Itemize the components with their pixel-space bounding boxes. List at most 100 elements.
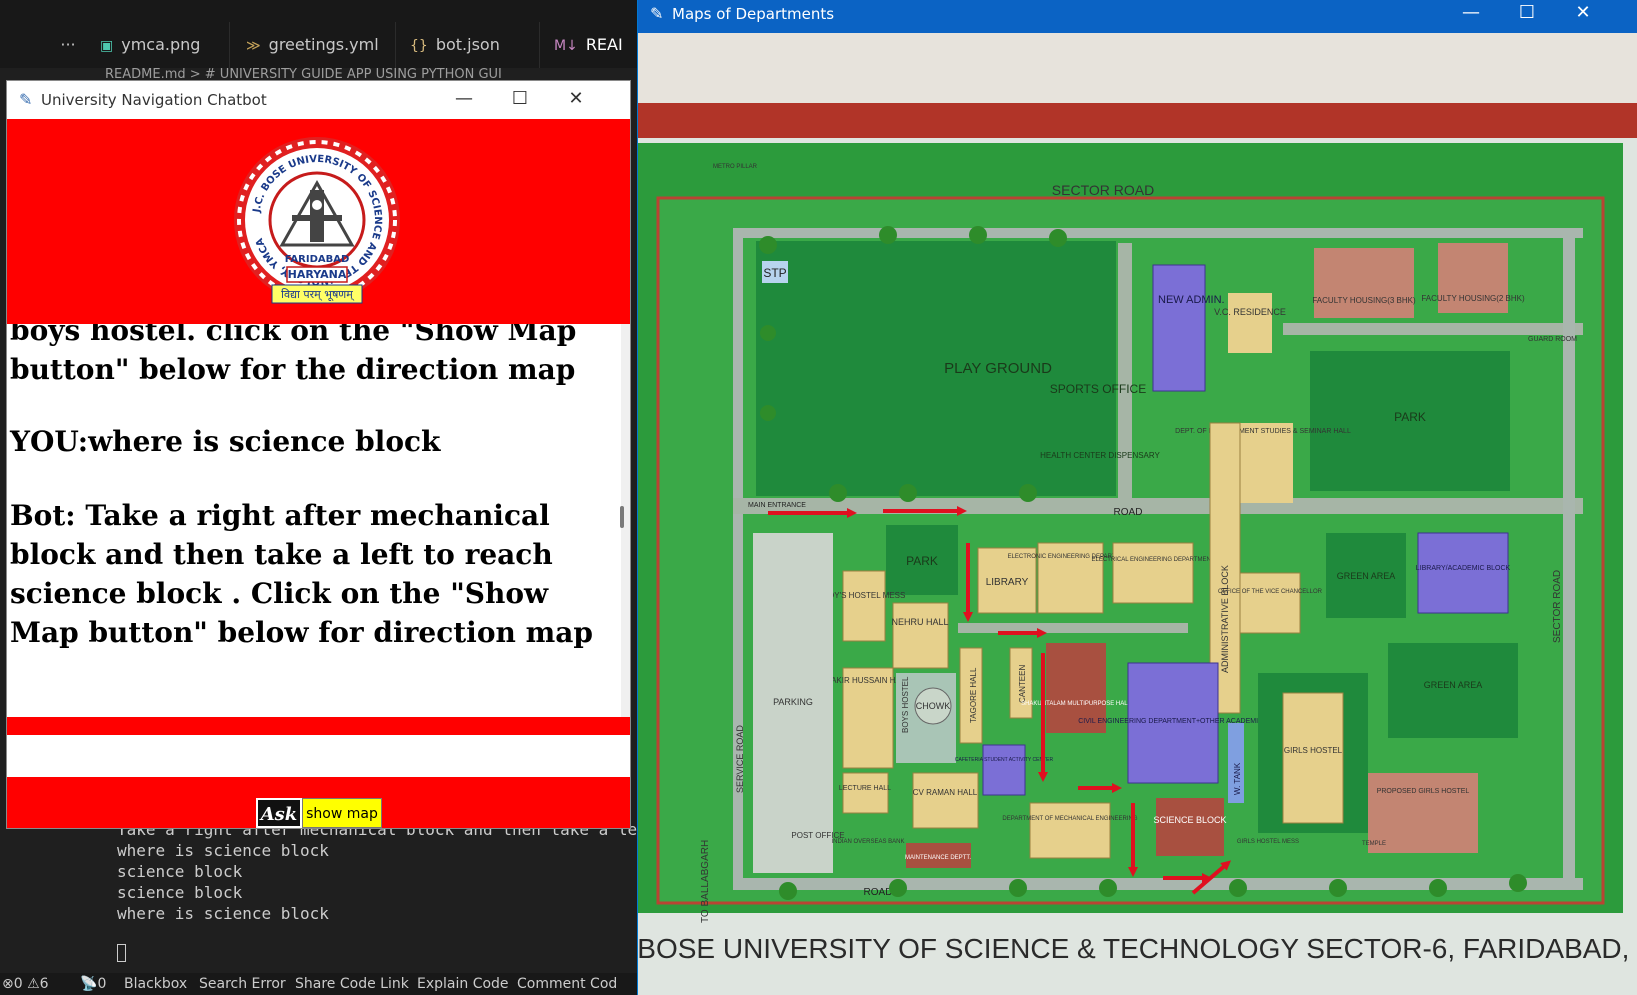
chatbot-window: ✎ University Navigation Chatbot — ☐ ✕ J.… xyxy=(6,80,631,829)
map-titlebar[interactable]: ✎ Maps of Departments — ☐ ✕ xyxy=(638,0,1637,33)
show-map-button[interactable]: show map xyxy=(302,798,382,828)
label-boys-hostel: BOYS HOSTEL xyxy=(901,676,910,733)
message-input[interactable] xyxy=(7,735,630,779)
campus-map-image: PLAY GROUND SPORTS OFFICE HEALTH CENTER … xyxy=(638,33,1637,995)
label-girls-hostel-mess: GIRLS HOSTEL MESS xyxy=(1237,839,1299,845)
label-cv-raman: CV RAMAN HALL xyxy=(913,788,978,797)
label-sector-road: SECTOR ROAD xyxy=(1052,182,1154,198)
label-park-right: PARK xyxy=(1394,410,1426,424)
window-title: Maps of Departments xyxy=(672,5,835,23)
chat-scrollbar[interactable] xyxy=(615,324,630,717)
scrollbar-thumb[interactable] xyxy=(620,506,624,528)
label-stp: STP xyxy=(763,266,786,280)
ceiling xyxy=(638,33,1637,103)
label-science-block: SCIENCE BLOCK xyxy=(1153,815,1226,825)
label-service-road: SERVICE ROAD xyxy=(735,725,745,793)
label-faculty-housing-2: FACULTY HOUSING(2 BHK) xyxy=(1421,294,1525,303)
label-mechanical: DEPARTMENT OF MECHANICAL ENGINEERING xyxy=(1002,816,1137,822)
label-health-center: HEALTH CENTER DISPENSARY xyxy=(1040,451,1160,460)
road-bottom xyxy=(733,878,1583,890)
status-search-error[interactable]: Search Error xyxy=(199,973,286,995)
close-button[interactable]: ✕ xyxy=(553,81,599,119)
more-actions-button[interactable]: ··· xyxy=(50,22,86,68)
library-academic-block xyxy=(1417,532,1509,614)
chat-transcript[interactable]: boys hostel. click on the "Show Map butt… xyxy=(7,324,615,717)
label-canteen: CANTEEN xyxy=(1018,665,1027,703)
green-area-2 xyxy=(1388,643,1518,738)
girls-hostel xyxy=(1282,692,1344,824)
maximize-button[interactable]: ☐ xyxy=(497,81,543,119)
label-library: LIBRARY xyxy=(986,577,1029,588)
label-play-ground: PLAY GROUND xyxy=(944,360,1052,377)
maximize-button[interactable]: ☐ xyxy=(1504,0,1550,28)
road-top xyxy=(733,228,1583,238)
label-sports-office: SPORTS OFFICE xyxy=(1050,382,1146,396)
label-chowk: CHOWK xyxy=(916,701,951,711)
vscode-titlebar xyxy=(0,0,640,22)
label-to-ballabgarh: TO BALLABGARH xyxy=(700,840,711,923)
terminal-panel[interactable]: Take a right after mechanical block and … xyxy=(0,820,676,970)
terminal-line: science block xyxy=(117,883,243,902)
tab-bot-json[interactable]: {} bot.json xyxy=(398,22,540,68)
label-lecture-hall: LECTURE HALL xyxy=(839,785,891,792)
markdown-file-icon: M↓ xyxy=(554,38,578,54)
yaml-file-icon: ≫ xyxy=(246,38,261,54)
nehru-hall xyxy=(892,602,949,669)
road-sector-right xyxy=(1563,228,1575,888)
tab-readme[interactable]: M↓ REAI xyxy=(542,22,640,68)
label-indian-overseas: INDIAN OVERSEAS BANK xyxy=(831,839,904,845)
label-proposed-girls: PROPOSED GIRLS HOSTEL xyxy=(1377,788,1470,795)
label-green-area-2: GREEN AREA xyxy=(1424,680,1483,690)
bot-message: boys hostel. click on the "Show Map butt… xyxy=(10,324,577,386)
tab-label: ymca.png xyxy=(121,35,201,54)
error-icon: ⊗ xyxy=(2,976,14,992)
label-w-tank: W. TANK xyxy=(1233,762,1242,795)
status-explain-code[interactable]: Explain Code xyxy=(417,973,509,995)
status-comment-code[interactable]: Comment Cod xyxy=(517,973,617,995)
chat-header-banner: J.C. BOSE UNIVERSITY OF SCIENCE AND TECH… xyxy=(7,119,630,324)
road-middle xyxy=(958,623,1188,633)
label-tagore-hall: TAGORE HALL xyxy=(969,667,978,723)
electrical-eng-building xyxy=(1112,542,1194,604)
feather-icon: ✎ xyxy=(650,4,664,23)
user-message: YOU:where is science block xyxy=(10,425,441,458)
faculty-housing-3bhk xyxy=(1314,248,1414,318)
label-road-bottom: ROAD xyxy=(864,887,893,898)
label-dept-management: DEPT. OF MANAGEMENT STUDIES & SEMINAR HA… xyxy=(1175,428,1351,435)
new-admin-block xyxy=(1152,264,1206,392)
label-shakuntalam: SHAKUNTALAM MULTIPURPOSE HALL xyxy=(1021,701,1131,707)
logo-state: HARYANA xyxy=(288,268,347,281)
status-blackbox[interactable]: Blackbox xyxy=(124,973,187,995)
label-library-academic: LIBRARY/ACADEMIC BLOCK xyxy=(1416,565,1511,572)
label-girls-hostel: GIRLS HOSTEL xyxy=(1284,746,1343,755)
label-park-left: PARK xyxy=(906,554,938,568)
lecture-hall xyxy=(842,772,889,814)
tab-label: greetings.yml xyxy=(268,35,379,54)
tab-ymca-png[interactable]: ▣ ymca.png xyxy=(88,22,230,68)
feather-icon: ✎ xyxy=(19,90,33,109)
ask-button[interactable]: Ask xyxy=(256,798,302,828)
editor-tab-bar: ··· ▣ ymca.png ≫ greetings.yml {} bot.json … xyxy=(0,22,640,69)
close-button[interactable]: ✕ xyxy=(1560,0,1606,28)
label-sector-road-right: SECTOR ROAD xyxy=(1552,570,1563,643)
label-boys-hostel-mess: BOY'S HOSTEL MESS xyxy=(823,591,906,600)
terminal-cursor xyxy=(117,944,126,962)
tab-label: REAI xyxy=(585,35,623,54)
ports-indicator[interactable]: 📡0 xyxy=(80,973,106,995)
label-vc-residence: V.C. RESIDENCE xyxy=(1214,307,1286,317)
bot-message: Bot: Take a right after mechanical block… xyxy=(10,499,593,649)
status-share-code-link[interactable]: Share Code Link xyxy=(295,973,409,995)
label-cafeteria: CAFETERIA STUDENT ACTIVITY CENTER xyxy=(955,757,1054,763)
status-bar: ⊗0 ⚠6 📡0 Blackbox Search Error Share Cod… xyxy=(0,973,640,995)
chatbot-titlebar[interactable]: ✎ University Navigation Chatbot — ☐ ✕ xyxy=(7,81,630,119)
minimize-button[interactable]: — xyxy=(1448,0,1494,28)
terminal-line: where is science block xyxy=(117,904,329,923)
mechanical-building xyxy=(1029,802,1111,859)
minimize-button[interactable]: — xyxy=(441,81,487,119)
broadcast-icon: 📡 xyxy=(80,976,98,992)
image-file-icon: ▣ xyxy=(100,38,114,54)
problems-indicator[interactable]: ⊗0 ⚠6 xyxy=(2,973,49,995)
json-braces-icon: {} xyxy=(410,38,428,54)
tab-greetings-yml[interactable]: ≫ greetings.yml xyxy=(232,22,396,68)
label-parking: PARKING xyxy=(773,697,813,707)
